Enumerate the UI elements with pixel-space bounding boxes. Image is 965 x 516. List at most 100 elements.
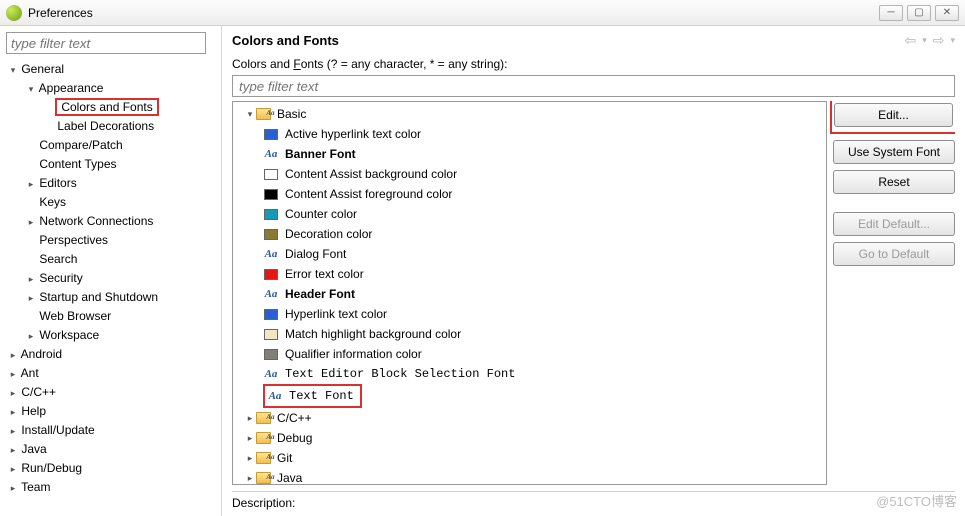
twisty-icon[interactable]: ▸: [26, 327, 36, 345]
font-item-banner-font[interactable]: AaBanner Font: [233, 144, 826, 164]
tree-item-security[interactable]: ▸ Security: [4, 269, 217, 288]
color-swatch: [264, 209, 278, 220]
font-item-decoration[interactable]: Decoration color: [233, 224, 826, 244]
font-item-qualifier[interactable]: Qualifier information color: [233, 344, 826, 364]
folder-icon: [256, 108, 271, 120]
font-list[interactable]: ▾BasicActive hyperlink text colorAaBanne…: [232, 101, 827, 485]
twisty-icon[interactable]: ▸: [8, 422, 18, 440]
font-item-hyperlink[interactable]: Hyperlink text color: [233, 304, 826, 324]
reset-button[interactable]: Reset: [833, 170, 955, 194]
twisty-icon[interactable]: ▸: [8, 441, 18, 459]
font-item-g-debug[interactable]: ▸Debug: [233, 428, 826, 448]
item-label: Content Assist background color: [285, 164, 457, 184]
twisty-icon[interactable]: ▸: [26, 175, 36, 193]
tree-item-web-browser[interactable]: ▸ Web Browser: [4, 307, 217, 326]
twisty-icon[interactable]: ▸: [8, 384, 18, 402]
twisty-icon[interactable]: ▸: [26, 270, 36, 288]
font-item-header-font[interactable]: AaHeader Font: [233, 284, 826, 304]
tree-item-help[interactable]: ▸ Help: [4, 402, 217, 421]
color-swatch: [264, 269, 278, 280]
tree-label: Run/Debug: [21, 461, 82, 475]
item-label: Qualifier information color: [285, 344, 422, 364]
tree-item-colors-fonts[interactable]: ▸ Colors and Fonts: [4, 98, 217, 117]
font-item-error[interactable]: Error text color: [233, 264, 826, 284]
font-item-basic[interactable]: ▾Basic: [233, 104, 826, 124]
tree-item-search[interactable]: ▸ Search: [4, 250, 217, 269]
left-filter-input[interactable]: [6, 32, 206, 54]
tree-item-rundebug[interactable]: ▸ Run/Debug: [4, 459, 217, 478]
twisty-icon[interactable]: ▾: [245, 104, 255, 124]
tree-item-workspace[interactable]: ▸ Workspace: [4, 326, 217, 345]
twisty-icon[interactable]: ▾: [8, 61, 18, 79]
font-item-g-cpp[interactable]: ▸ C/C++: [233, 408, 826, 428]
font-item-ca-fg[interactable]: Content Assist foreground color: [233, 184, 826, 204]
twisty-icon[interactable]: ▸: [8, 346, 18, 364]
tree-item-team[interactable]: ▸ Team: [4, 478, 217, 497]
twisty-icon[interactable]: ▸: [8, 460, 18, 478]
tree-item-startup[interactable]: ▸ Startup and Shutdown: [4, 288, 217, 307]
font-item-dialog-font[interactable]: AaDialog Font: [233, 244, 826, 264]
twisty-icon[interactable]: ▸: [245, 468, 255, 485]
description-line: Colors and Fonts (? = any character, * =…: [232, 57, 955, 71]
font-item-g-git[interactable]: ▸Git: [233, 448, 826, 468]
right-pane: Colors and Fonts ⇦ ▾ ⇨ ▾ Colors and Font…: [222, 26, 965, 516]
tree-item-java[interactable]: ▸ Java: [4, 440, 217, 459]
minimize-button[interactable]: ─: [879, 5, 903, 21]
font-item-block-font[interactable]: AaText Editor Block Selection Font: [233, 364, 826, 384]
tree-item-appearance[interactable]: ▾ Appearance: [4, 79, 217, 98]
font-item-g-java[interactable]: ▸Java: [233, 468, 826, 485]
item-label: C/C++: [277, 408, 312, 428]
tree-label: Workspace: [39, 328, 99, 342]
twisty-icon[interactable]: ▸: [245, 408, 255, 428]
twisty-icon[interactable]: ▸: [26, 289, 36, 307]
tree-item-compare[interactable]: ▸ Compare/Patch: [4, 136, 217, 155]
tree-item-content-types[interactable]: ▸ Content Types: [4, 155, 217, 174]
twisty-icon[interactable]: ▸: [245, 448, 255, 468]
color-swatch: [264, 329, 278, 340]
folder-icon: [256, 452, 271, 464]
right-filter-input[interactable]: [232, 75, 955, 97]
nav-forward-icon[interactable]: ⇨: [933, 32, 945, 49]
go-to-default-button[interactable]: Go to Default: [833, 242, 955, 266]
tree-label: Java: [21, 442, 46, 456]
font-item-text-font[interactable]: AaText Font: [233, 384, 826, 408]
tree-item-general[interactable]: ▾ General: [4, 60, 217, 79]
tree-item-cpp[interactable]: ▸ C/C++: [4, 383, 217, 402]
tree-item-android[interactable]: ▸ Android: [4, 345, 217, 364]
color-swatch: [264, 169, 278, 180]
item-label: Header Font: [285, 284, 355, 304]
twisty-icon[interactable]: ▾: [26, 80, 36, 98]
tree-item-editors[interactable]: ▸ Editors: [4, 174, 217, 193]
tree-item-label-decorations[interactable]: ▸ Label Decorations: [4, 117, 217, 136]
twisty-icon[interactable]: ▸: [8, 365, 18, 383]
twisty-icon[interactable]: ▸: [245, 428, 255, 448]
twisty-icon[interactable]: ▸: [8, 403, 18, 421]
nav-back-icon[interactable]: ⇦: [904, 32, 916, 49]
font-item-ca-bg[interactable]: Content Assist background color: [233, 164, 826, 184]
window-title: Preferences: [28, 6, 879, 20]
close-button[interactable]: ✕: [935, 5, 959, 21]
tree-label: Ant: [21, 366, 39, 380]
nav-back-menu[interactable]: ▾: [922, 35, 927, 46]
color-swatch: [264, 309, 278, 320]
maximize-button[interactable]: ▢: [907, 5, 931, 21]
font-item-counter[interactable]: Counter color: [233, 204, 826, 224]
use-system-font-button[interactable]: Use System Font: [833, 140, 955, 164]
font-item-match-bg[interactable]: Match highlight background color: [233, 324, 826, 344]
edit-default-button[interactable]: Edit Default...: [833, 212, 955, 236]
twisty-icon[interactable]: ▸: [8, 479, 18, 497]
tree-label: Keys: [39, 195, 66, 209]
item-label: Active hyperlink text color: [285, 124, 421, 144]
item-label: Error text color: [285, 264, 364, 284]
description-footer: Description:: [232, 491, 955, 510]
tree-item-network[interactable]: ▸ Network Connections: [4, 212, 217, 231]
tree-item-keys[interactable]: ▸ Keys: [4, 193, 217, 212]
tree-item-ant[interactable]: ▸ Ant: [4, 364, 217, 383]
tree-item-install[interactable]: ▸ Install/Update: [4, 421, 217, 440]
font-item-active-hyperlink[interactable]: Active hyperlink text color: [233, 124, 826, 144]
edit-button[interactable]: Edit...: [834, 103, 953, 127]
tree-item-perspectives[interactable]: ▸ Perspectives: [4, 231, 217, 250]
twisty-icon[interactable]: ▸: [26, 213, 36, 231]
nav-forward-menu[interactable]: ▾: [950, 35, 955, 46]
tree-label: Search: [39, 252, 77, 266]
